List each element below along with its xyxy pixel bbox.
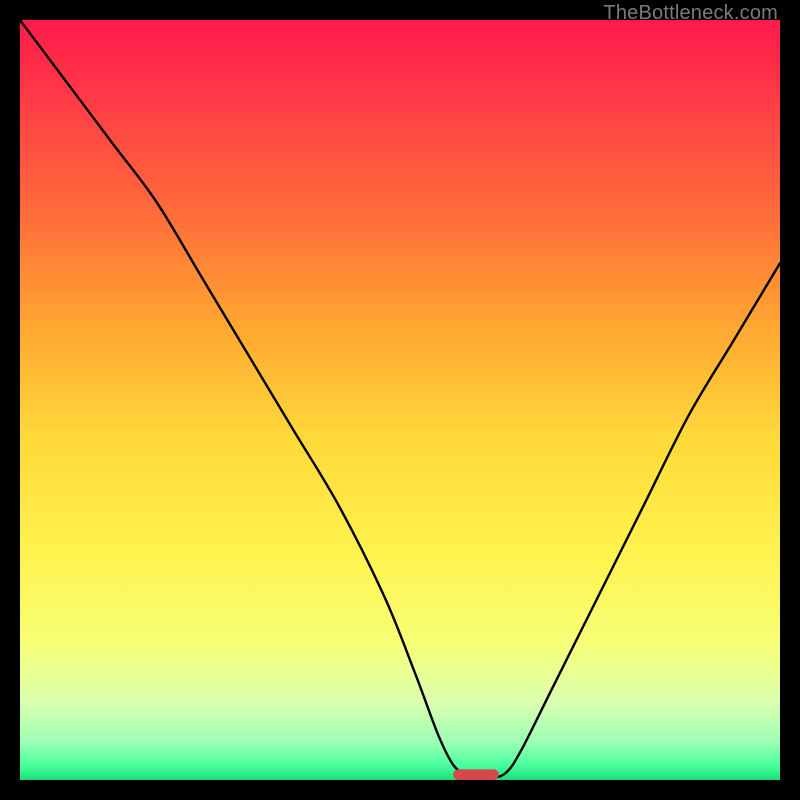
bottleneck-curve: [20, 20, 780, 780]
optimal-marker: [453, 769, 499, 780]
plot-area: [20, 20, 780, 780]
watermark-text: TheBottleneck.com: [603, 2, 778, 25]
bottleneck-chart: TheBottleneck.com: [0, 0, 800, 800]
curve-layer: [20, 20, 780, 780]
